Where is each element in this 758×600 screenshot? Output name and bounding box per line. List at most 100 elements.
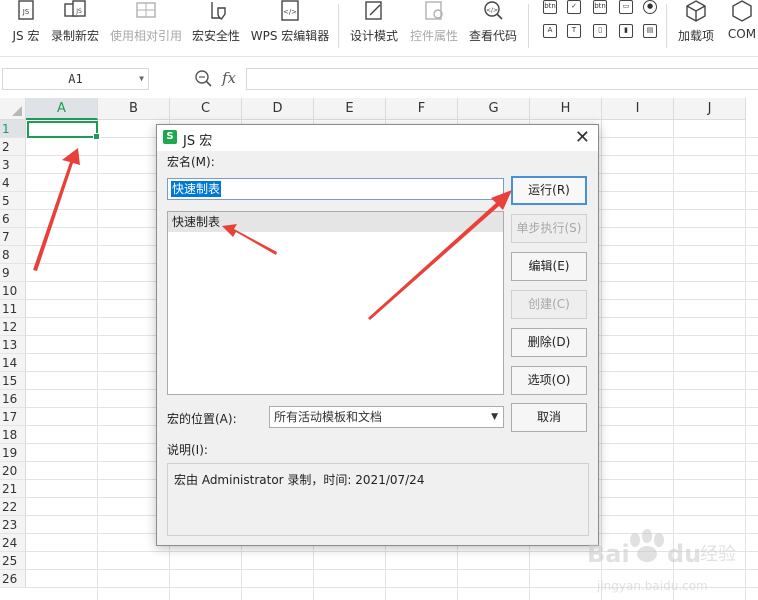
- row-header[interactable]: 18: [0, 426, 26, 444]
- description-label: 说明(I):: [167, 443, 208, 457]
- chevron-down-icon[interactable]: ▼: [139, 69, 144, 89]
- relative-ref-button[interactable]: 使用相对引用: [106, 0, 186, 52]
- edit-button[interactable]: 编辑(E): [511, 252, 587, 281]
- svg-text:JS: JS: [22, 8, 30, 16]
- row-header[interactable]: 22: [0, 498, 26, 516]
- checkbox-control-icon[interactable]: ✓: [567, 0, 581, 14]
- row-header[interactable]: 20: [0, 462, 26, 480]
- wps-macro-editor-button[interactable]: </> WPS 宏编辑器: [248, 0, 332, 52]
- textbox-control-icon[interactable]: T: [567, 24, 581, 38]
- row-header[interactable]: 17: [0, 408, 26, 426]
- com-label: COM: [727, 27, 757, 41]
- macro-name-label: 宏名(M):: [167, 155, 215, 169]
- control-properties-icon: [425, 1, 443, 20]
- view-code-button[interactable]: </> 查看代码: [466, 0, 520, 52]
- design-mode-label: 设计模式: [349, 29, 398, 43]
- spin-control-icon[interactable]: ▯: [593, 24, 607, 38]
- step-into-button[interactable]: 单步执行(S): [511, 214, 587, 243]
- row-header[interactable]: 1: [0, 120, 26, 138]
- row-header[interactable]: 7: [0, 228, 26, 246]
- listbox-control-icon[interactable]: ▤: [643, 24, 657, 38]
- row-header[interactable]: 19: [0, 444, 26, 462]
- relative-ref-label: 使用相对引用: [109, 29, 182, 43]
- row-header[interactable]: 26: [0, 570, 26, 588]
- macro-list[interactable]: 快速制表: [167, 211, 504, 395]
- options-button[interactable]: 选项(O): [511, 366, 587, 395]
- js-file-icon: JS: [18, 0, 34, 20]
- name-box[interactable]: A1 ▼: [2, 68, 149, 90]
- column-header-h[interactable]: H: [530, 98, 602, 120]
- addins-label: 加载项: [677, 29, 714, 43]
- row-header[interactable]: 10: [0, 282, 26, 300]
- macro-security-button[interactable]: 宏安全性: [190, 0, 242, 52]
- select-all-corner[interactable]: [0, 98, 26, 120]
- row-header[interactable]: 16: [0, 390, 26, 408]
- row-header[interactable]: 5: [0, 192, 26, 210]
- macro-name-input[interactable]: 快速制表: [167, 178, 504, 200]
- fx-icon[interactable]: fx: [222, 69, 236, 87]
- svg-text:jingyan.baidu.com: jingyan.baidu.com: [596, 579, 708, 593]
- macro-location-value: 所有活动模板和文档: [274, 410, 383, 424]
- column-header-g[interactable]: G: [458, 98, 530, 120]
- column-header-i[interactable]: I: [602, 98, 674, 120]
- design-mode-icon: [365, 1, 382, 20]
- run-button[interactable]: 运行(R): [511, 176, 587, 205]
- ribbon-divider: [528, 4, 529, 48]
- delete-button[interactable]: 删除(D): [511, 328, 587, 357]
- row-header[interactable]: 4: [0, 174, 26, 192]
- macro-location-select[interactable]: 所有活动模板和文档 ▼: [269, 406, 504, 428]
- row-header[interactable]: 3: [0, 156, 26, 174]
- column-header-a[interactable]: A: [26, 98, 98, 120]
- row-header[interactable]: 8: [0, 246, 26, 264]
- list-item[interactable]: 快速制表: [168, 212, 503, 232]
- code-editor-icon: </>: [281, 0, 299, 21]
- addins-button[interactable]: 加载项: [674, 0, 718, 52]
- com-button[interactable]: COM: [722, 0, 758, 52]
- create-button[interactable]: 创建(C): [511, 290, 587, 319]
- column-header-j[interactable]: J: [674, 98, 746, 120]
- button-control-icon[interactable]: btn: [543, 0, 557, 14]
- row-header[interactable]: 21: [0, 480, 26, 498]
- radio-control-icon[interactable]: ●: [643, 0, 657, 14]
- addins-icon: [686, 0, 706, 22]
- row-header[interactable]: 9: [0, 264, 26, 282]
- control-properties-button[interactable]: 控件属性: [406, 0, 462, 52]
- row-header[interactable]: 12: [0, 318, 26, 336]
- ribbon-toolbar: JS JS 宏 JS 录制新宏 使用相对引用 宏安全性 </> WPS 宏编辑器…: [0, 0, 758, 57]
- row-header[interactable]: 2: [0, 138, 26, 156]
- cancel-button[interactable]: 取消: [511, 403, 587, 432]
- column-header-b[interactable]: B: [98, 98, 170, 120]
- column-header-c[interactable]: C: [170, 98, 242, 120]
- row-header[interactable]: 14: [0, 354, 26, 372]
- row-header[interactable]: 24: [0, 534, 26, 552]
- column-header-e[interactable]: E: [314, 98, 386, 120]
- toggle-button-control-icon[interactable]: btn: [593, 0, 607, 14]
- row-header[interactable]: 11: [0, 300, 26, 318]
- svg-text:Bai: Bai: [587, 540, 630, 568]
- column-header-f[interactable]: F: [386, 98, 458, 120]
- svg-text:du: du: [667, 540, 701, 568]
- row-header[interactable]: 23: [0, 516, 26, 534]
- macro-location-label: 宏的位置(A):: [167, 412, 237, 426]
- svg-text:JS: JS: [75, 8, 82, 15]
- fill-handle[interactable]: [93, 133, 100, 140]
- js-macro-button[interactable]: JS JS 宏: [8, 0, 44, 52]
- row-header[interactable]: 15: [0, 372, 26, 390]
- zoom-icon[interactable]: [194, 69, 214, 89]
- column-header-d[interactable]: D: [242, 98, 314, 120]
- combobox-control-icon[interactable]: ▭: [619, 0, 633, 14]
- com-icon: [732, 0, 752, 22]
- design-mode-button[interactable]: 设计模式: [346, 0, 402, 52]
- formula-input[interactable]: [246, 68, 758, 90]
- control-properties-label: 控件属性: [409, 29, 458, 43]
- close-icon[interactable]: ✕: [575, 127, 590, 148]
- row-header[interactable]: 13: [0, 336, 26, 354]
- selected-cell-a1[interactable]: [27, 121, 100, 140]
- row-header[interactable]: 25: [0, 552, 26, 570]
- record-macro-button[interactable]: JS 录制新宏: [48, 0, 102, 52]
- scrollbar-control-icon[interactable]: ▮: [619, 24, 633, 38]
- record-macro-label: 录制新宏: [50, 29, 99, 43]
- macro-name-value: 快速制表: [171, 181, 222, 197]
- label-control-icon[interactable]: A: [543, 24, 557, 38]
- row-header[interactable]: 6: [0, 210, 26, 228]
